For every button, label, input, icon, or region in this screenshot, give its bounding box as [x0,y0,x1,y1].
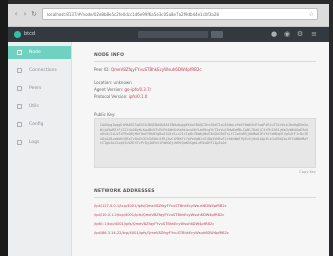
header-search-button[interactable] [211,31,223,38]
location-value: unknown [113,80,132,85]
sidebar-item-config[interactable]: Config [8,118,71,131]
app-logo-icon[interactable] [14,31,21,38]
agent-version-label: Agent Version: [94,87,124,92]
bell-icon[interactable]: ● [270,30,278,39]
protocol-version-label: Protocol Version: [94,94,128,99]
peer-id-label: Peer ID: [94,67,110,72]
user-icon[interactable]: ◉ [283,30,291,39]
browser-toolbar: ‹ › ↻ localhost:8137/#/node/02e8b8e5c2fe… [8,4,329,27]
bookmark-star-icon[interactable]: ☆ [309,9,314,19]
app-header: btcd ● ◉ ⚙ ≡ [8,27,329,42]
protocol-version-value[interactable]: ipfs/0.1.0 [129,94,148,99]
sidebar-item-label: Utils [29,104,39,109]
section-divider [94,197,316,198]
node-info-title: NODE INFO [94,53,125,58]
address-bar[interactable]: localhost:8137/#/node/02e8b8e5c2fe0dcc1d… [42,8,318,20]
sidebar-item-connections[interactable]: Connections [8,64,71,77]
sidebar-item-label: Logs [29,140,40,145]
public-key-label: Public Key: [94,112,116,117]
logs-icon [17,140,22,145]
node-icon [17,50,22,55]
sidebar-item-node[interactable]: Node [8,46,71,59]
peer-id-row: Peer ID: QmeV8ZfqyFYvuSTBhkEcyWsuh6DW4pf… [94,67,202,72]
public-key-box[interactable]: CAASpgIwggEiMA0GCSqGSIb3DQEBAQUAA4IBDwAw… [94,118,316,168]
sidebar-item-utils[interactable]: Utils [8,100,71,113]
location-row: Location: unknown [94,80,132,85]
screen-bezel [0,0,8,256]
utils-icon [17,104,22,109]
agent-version-value[interactable]: go-ipfs/0.3.7/ [124,87,151,92]
protocol-version-row: Protocol Version: ipfs/0.1.0 [94,94,147,99]
header-search-input[interactable] [138,31,208,38]
network-addresses-title: NETWORK ADDRESSES [94,189,155,194]
agent-version-row: Agent Version: go-ipfs/0.3.7/ [94,87,151,92]
forward-icon[interactable]: › [21,10,29,18]
sidebar-item-label: Peers [29,86,42,91]
address-bar-url: localhost:8137/#/node/02e8b8e5c2fe0dcc1d… [47,12,219,17]
sidebar-item-peers[interactable]: Peers [8,82,71,95]
settings-icon[interactable]: ⚙ [296,30,304,39]
sidebar: Node Connections Peers Utils Config Logs [8,42,72,256]
network-address-item[interactable]: /ip4/127.0.0.1/tcp/4001/ipfs/QmeV8ZfqyFY… [94,204,227,208]
network-address-item[interactable]: /ip4/10.0.1.2/tcp/4001/ipfs/QmeV8ZfqyFYv… [94,213,224,217]
back-icon[interactable]: ‹ [12,10,20,18]
network-address-item[interactable]: /ip6/::1/tcp/4001/ipfs/QmeV8ZfqyFYvuSTBh… [94,222,214,226]
sidebar-item-label: Node [29,50,41,55]
section-divider [94,61,316,62]
network-address-item[interactable]: /ip4/86.3.14.22/tcp/4001/ipfs/QmeV8ZfqyF… [94,231,229,235]
browser-window: ‹ › ↻ localhost:8137/#/node/02e8b8e5c2fe… [8,4,329,256]
sidebar-item-label: Config [29,122,44,127]
menu-icon[interactable]: ≡ [310,30,318,39]
reload-icon[interactable]: ↻ [30,10,38,18]
location-label: Location: [94,80,113,85]
peers-icon [17,86,22,91]
sidebar-item-logs[interactable]: Logs [8,136,71,149]
connections-icon [17,68,22,73]
app-name: btcd [24,31,36,37]
config-icon [17,122,22,127]
sidebar-item-label: Connections [29,68,57,73]
peer-id-value[interactable]: QmeV8ZfqyFYvuSTBhkEcyWsuh6DW4pfRB2c [111,67,202,72]
copy-key-link[interactable]: Copy Key [299,170,316,174]
main-content: NODE INFO Peer ID: QmeV8ZfqyFYvuSTBhkEcy… [72,42,329,256]
